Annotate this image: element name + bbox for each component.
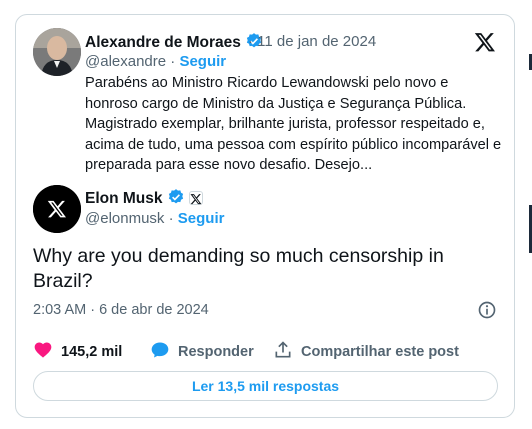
quoted-author-name[interactable]: Alexandre de Moraes [85,32,263,55]
tweet-timestamp[interactable]: 2:03 AM · 6 de abr de 2024 [33,302,209,318]
avatar[interactable] [33,185,81,233]
separator: · [164,210,178,227]
like-button[interactable]: 145,2 mil [33,340,122,364]
follow-button[interactable]: Seguir [178,210,225,227]
like-count: 145,2 mil [61,344,123,360]
x-logo-icon[interactable] [474,31,496,53]
separator: · [166,53,180,70]
reply-button[interactable]: Responder [150,340,254,364]
handle-line: @elonmusk · Seguir [85,210,224,227]
tweet-text: Why are you demanding so much censorship… [33,245,444,292]
avatar[interactable] [33,28,81,76]
share-button[interactable]: Compartilhar este post [273,340,459,364]
read-replies-button[interactable]: Ler 13,5 mil respostas [33,371,498,401]
reply-label: Responder [178,344,254,360]
info-icon[interactable] [477,300,497,320]
quoted-handle[interactable]: @alexandre [85,53,166,70]
author-handle[interactable]: @elonmusk [85,210,164,227]
action-bar: 145,2 mil Responder Compartilhar este po… [33,340,503,362]
verified-badge-icon [167,188,185,211]
share-upload-icon [273,340,293,364]
follow-button[interactable]: Seguir [179,53,226,70]
quoted-text: Parabéns ao Ministro Ricardo Lewandowski… [85,75,502,173]
x-affiliation-icon [188,191,203,205]
quoted-date[interactable]: · 11 de jan de 2024 [248,33,376,50]
tweet-embed-card[interactable]: Alexandre de Moraes · 11 de jan de 2024 … [15,14,515,418]
author-name[interactable]: Elon Musk [85,188,203,211]
quoted-handle-line: @alexandre · Seguir [85,53,226,70]
share-label: Compartilhar este post [301,344,459,360]
heart-icon [33,340,53,364]
reply-bubble-icon [150,340,170,364]
